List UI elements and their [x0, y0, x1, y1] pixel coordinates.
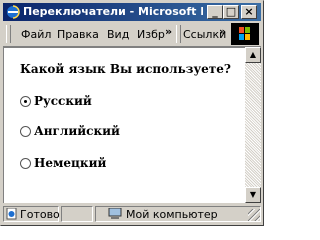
zone-text: Мой компьютер [126, 208, 218, 221]
my-computer-icon [108, 208, 122, 219]
minimize-button[interactable]: _ [207, 5, 223, 19]
menu-favorites[interactable]: Избр [137, 28, 165, 41]
status-bar: Готово Мой компьютер [3, 204, 261, 224]
zone-pane: Мой компьютер [95, 206, 261, 222]
radio-button[interactable] [20, 126, 31, 137]
radio-selected-dot-icon [24, 100, 27, 103]
menu-bar: Файл Правка Вид Избр » Ссылки » [3, 22, 261, 47]
title-bar[interactable]: Переключатели - Microsoft Internet Explo… [3, 3, 261, 21]
question-text: Какой язык Вы используете? [20, 62, 231, 76]
internet-explorer-icon [7, 5, 20, 19]
close-button[interactable]: × [241, 5, 257, 19]
page-done-icon [6, 208, 17, 220]
scroll-up-arrow-icon[interactable]: ▲ [245, 47, 261, 63]
page-content: Какой язык Вы используете? Русский Англи… [3, 47, 245, 203]
menu-overflow-chevron-icon[interactable]: » [165, 25, 172, 38]
toolbar-grip[interactable] [6, 25, 11, 43]
scrollbar-track[interactable] [245, 63, 261, 187]
menu-view[interactable]: Вид [107, 28, 129, 41]
radio-label[interactable]: Русский [34, 94, 92, 108]
links-overflow-chevron-icon[interactable]: » [219, 25, 226, 38]
menu-edit[interactable]: Правка [57, 28, 99, 41]
window-title: Переключатели - Microsoft Internet Explo… [23, 5, 203, 18]
resize-grip-icon[interactable] [248, 209, 260, 221]
status-pane-empty [61, 206, 93, 222]
menu-file[interactable]: Файл [21, 28, 51, 41]
windows-logo-icon [231, 23, 259, 45]
radio-label[interactable]: Немецкий [34, 156, 106, 170]
radio-button[interactable] [20, 158, 31, 169]
radio-label[interactable]: Английский [34, 124, 120, 138]
status-text: Готово [20, 208, 60, 221]
status-pane: Готово [3, 206, 60, 222]
scroll-down-arrow-icon[interactable]: ▼ [245, 187, 261, 203]
vertical-scrollbar[interactable]: ▲ ▼ [245, 47, 261, 203]
browser-window: Переключатели - Microsoft Internet Explo… [0, 0, 264, 226]
maximize-button[interactable]: □ [223, 5, 239, 19]
links-toolbar-grip[interactable] [176, 25, 181, 43]
radio-button[interactable] [20, 96, 31, 107]
